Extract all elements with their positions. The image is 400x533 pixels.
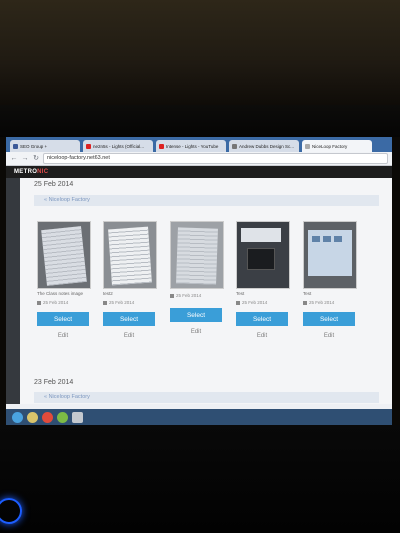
- calendar-icon: [170, 293, 174, 298]
- background-wall: [0, 0, 400, 105]
- sidebar: [6, 178, 20, 404]
- card-caption: The Class notes image: [37, 291, 84, 296]
- reload-icon[interactable]: ↻: [32, 155, 40, 163]
- monitor-bezel: [0, 105, 400, 137]
- calendar-icon: [103, 300, 107, 305]
- card-caption: Test: [303, 291, 312, 296]
- browser-tab[interactable]: Intense - Lights - YouTube: [156, 140, 226, 152]
- app-icon[interactable]: [72, 411, 83, 423]
- browser-tab-active[interactable]: NiceLoop Factory: [302, 140, 372, 152]
- page-icon: [232, 143, 237, 149]
- card-caption: test2: [103, 291, 113, 296]
- image-card: Test 25 Feb 2014 Select Edit: [236, 221, 290, 339]
- breadcrumb[interactable]: « Niceloop Factory: [34, 195, 379, 206]
- url-input[interactable]: niceloop-factory.net63.net: [43, 153, 388, 164]
- calendar-icon: [37, 300, 41, 305]
- os-taskbar: [6, 409, 392, 425]
- card-date: 25 Feb 2014: [103, 300, 157, 305]
- youtube-icon: [159, 143, 164, 149]
- edit-link[interactable]: Edit: [170, 329, 222, 335]
- card-date: 25 Feb 2014: [37, 300, 91, 305]
- image-card: 25 Feb 2014 Select Edit: [170, 221, 224, 335]
- browser-tab-bar: SEO Group + ne2n5s - Lights (Official...…: [6, 137, 392, 152]
- card-date: 25 Feb 2014: [170, 293, 224, 298]
- edit-link[interactable]: Edit: [37, 333, 89, 339]
- select-button[interactable]: Select: [303, 312, 355, 326]
- image-card: The Class notes image 25 Feb 2014 Select…: [37, 221, 91, 339]
- youtube-icon: [86, 143, 91, 149]
- image-card: test2 25 Feb 2014 Select Edit: [103, 221, 157, 339]
- thumbnail-image[interactable]: [103, 221, 157, 289]
- calendar-icon: [236, 300, 240, 305]
- breadcrumb[interactable]: « Niceloop Factory: [34, 392, 379, 403]
- monitor-screen: SEO Group + ne2n5s - Lights (Official...…: [6, 137, 392, 425]
- chrome-icon[interactable]: [42, 411, 53, 423]
- browser-tab[interactable]: Andrew Dubbs Design Sc...: [229, 140, 299, 152]
- thumbnail-image[interactable]: [170, 221, 224, 289]
- forward-icon[interactable]: →: [21, 155, 29, 163]
- page-icon: [305, 143, 310, 149]
- start-icon[interactable]: [12, 411, 23, 423]
- desk-surface: [0, 425, 400, 533]
- select-button[interactable]: Select: [170, 308, 222, 322]
- edit-link[interactable]: Edit: [236, 333, 288, 339]
- folder-icon[interactable]: [27, 411, 38, 423]
- thumbnail-image[interactable]: [37, 221, 91, 289]
- select-button[interactable]: Select: [103, 312, 155, 326]
- thumbnail-image[interactable]: [303, 221, 357, 289]
- image-card: Test 25 Feb 2014 Select Edit: [303, 221, 357, 339]
- page-body: 25 Feb 2014 « Niceloop Factory The Class…: [20, 178, 392, 404]
- back-icon[interactable]: ←: [10, 155, 18, 163]
- select-button[interactable]: Select: [37, 312, 89, 326]
- group-date: 25 Feb 2014: [34, 181, 74, 188]
- app-logo[interactable]: METRONIC: [14, 169, 48, 175]
- edit-link[interactable]: Edit: [303, 333, 355, 339]
- edit-link[interactable]: Edit: [103, 333, 155, 339]
- facebook-icon: [13, 143, 18, 149]
- address-bar: ← → ↻ niceloop-factory.net63.net: [6, 152, 392, 166]
- app-icon[interactable]: [57, 411, 68, 423]
- card-date: 25 Feb 2014: [303, 300, 357, 305]
- calendar-icon: [303, 300, 307, 305]
- app-header: METRONIC: [6, 166, 392, 178]
- card-caption: Test: [236, 291, 245, 296]
- group-date: 23 Feb 2014: [34, 379, 74, 386]
- browser-tab[interactable]: SEO Group +: [10, 140, 80, 152]
- browser-tab[interactable]: ne2n5s - Lights (Official...: [83, 140, 153, 152]
- main-content: 25 Feb 2014 « Niceloop Factory The Class…: [6, 178, 392, 404]
- select-button[interactable]: Select: [236, 312, 288, 326]
- thumbnail-image[interactable]: [236, 221, 290, 289]
- card-date: 25 Feb 2014: [236, 300, 290, 305]
